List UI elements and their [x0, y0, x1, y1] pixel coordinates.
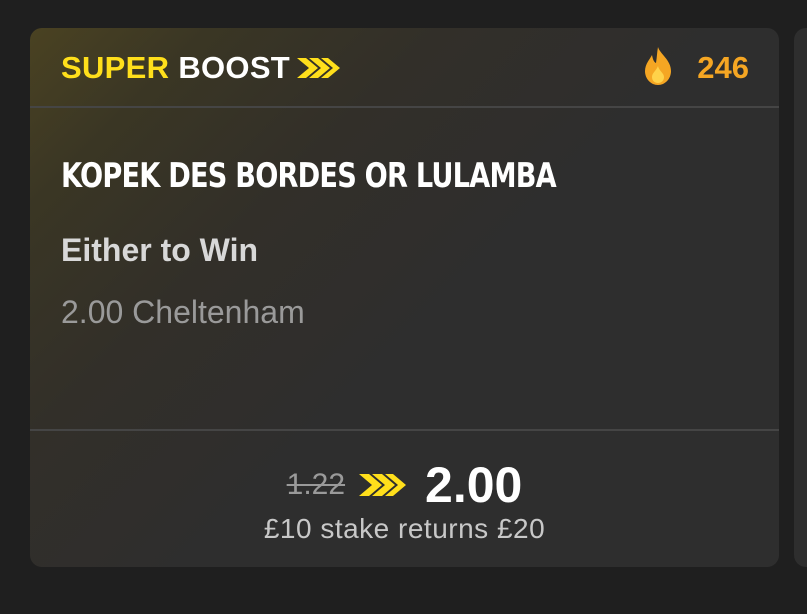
double-chevron-right-icon [297, 56, 341, 80]
super-boost-logo: SUPER BOOST [61, 48, 341, 88]
popularity-count: 246 [697, 50, 749, 85]
card-header: SUPER BOOST 246 [30, 28, 779, 108]
boosted-odds: 2.00 [425, 457, 523, 513]
market-name: Either to Win [61, 232, 259, 268]
event-name: 2.00 Cheltenham [61, 294, 305, 330]
selection-title: KOPEK DES BORDES OR LULAMBA [61, 156, 557, 196]
stake-returns-text: £10 stake returns £20 [263, 513, 546, 544]
old-odds: 1.22 [286, 468, 346, 501]
double-chevron-right-icon [359, 472, 407, 498]
popularity-indicator: 246 [641, 46, 749, 90]
next-boost-card-peek[interactable] [794, 28, 807, 567]
super-boost-carousel: SUPER BOOST 246 KOPEK DES BORDES OR LULA… [0, 0, 807, 614]
odds-row: 1.22 2.00 [30, 455, 779, 515]
flame-icon [641, 46, 697, 91]
odds-button[interactable]: 1.22 2.00 £10 stake returns £20 [30, 429, 779, 567]
brand-boost-text: BOOST [178, 50, 291, 85]
brand-super-text: SUPER [61, 50, 170, 85]
super-boost-card[interactable]: SUPER BOOST 246 KOPEK DES BORDES OR LULA… [30, 28, 779, 567]
